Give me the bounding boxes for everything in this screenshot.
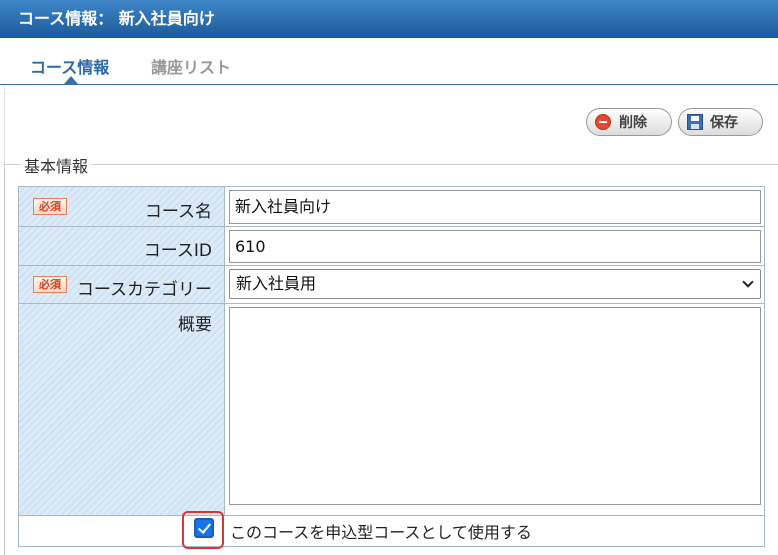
active-tab-indicator <box>64 76 78 84</box>
section-legend: 基本情報 <box>20 153 93 177</box>
tab-lecture-list[interactable]: 講座リスト <box>151 54 231 78</box>
required-badge: 必須 <box>33 276 67 293</box>
course-category-label: コースカテゴリー <box>76 280 212 300</box>
delete-button-label: 削除 <box>619 115 647 131</box>
save-button[interactable]: 保存 <box>678 108 763 136</box>
tab-course-info[interactable]: コース情報 <box>30 54 109 78</box>
save-button-label: 保存 <box>710 115 738 131</box>
minus-circle-icon <box>595 114 611 130</box>
required-badge: 必須 <box>33 198 67 215</box>
delete-button[interactable]: 削除 <box>586 108 672 136</box>
course-id-row: コースID 610 <box>18 226 765 265</box>
course-name-label: コース名 <box>144 202 212 222</box>
tab-bar: コース情報 講座リスト <box>0 38 778 85</box>
summary-textarea[interactable] <box>229 307 761 505</box>
course-name-value-cell: 新入社員向け <box>226 187 764 226</box>
summary-value-cell <box>226 304 764 515</box>
course-category-row: 必須 コースカテゴリー 新入社員用 <box>18 265 765 303</box>
course-name-input[interactable]: 新入社員向け <box>229 190 761 224</box>
course-category-select[interactable]: 新入社員用 <box>229 269 761 299</box>
course-id-label: コースID <box>143 241 212 261</box>
summary-row: 概要 <box>18 303 765 515</box>
course-id-label-cell: コースID <box>19 227 225 265</box>
course-category-label-cell: 必須 コースカテゴリー <box>19 266 225 303</box>
course-name-row: 必須 コース名 新入社員向け <box>18 186 765 226</box>
page-title-bar: コース情報： 新入社員向け <box>0 0 778 38</box>
course-name-label-cell: 必須 コース名 <box>19 187 225 226</box>
course-category-selected: 新入社員用 <box>236 274 317 293</box>
page-title: コース情報： 新入社員向け <box>18 9 215 28</box>
chevron-down-icon <box>742 276 754 288</box>
course-id-input[interactable]: 610 <box>229 230 761 263</box>
application-type-label[interactable]: このコースを申込型コースとして使用する <box>230 519 532 543</box>
course-category-value-cell: 新入社員用 <box>226 266 764 303</box>
summary-label: 概要 <box>178 315 212 335</box>
application-type-checkbox[interactable] <box>194 518 214 538</box>
floppy-disk-icon <box>687 114 703 130</box>
summary-label-cell: 概要 <box>19 304 225 515</box>
course-id-value-cell: 610 <box>226 227 764 265</box>
